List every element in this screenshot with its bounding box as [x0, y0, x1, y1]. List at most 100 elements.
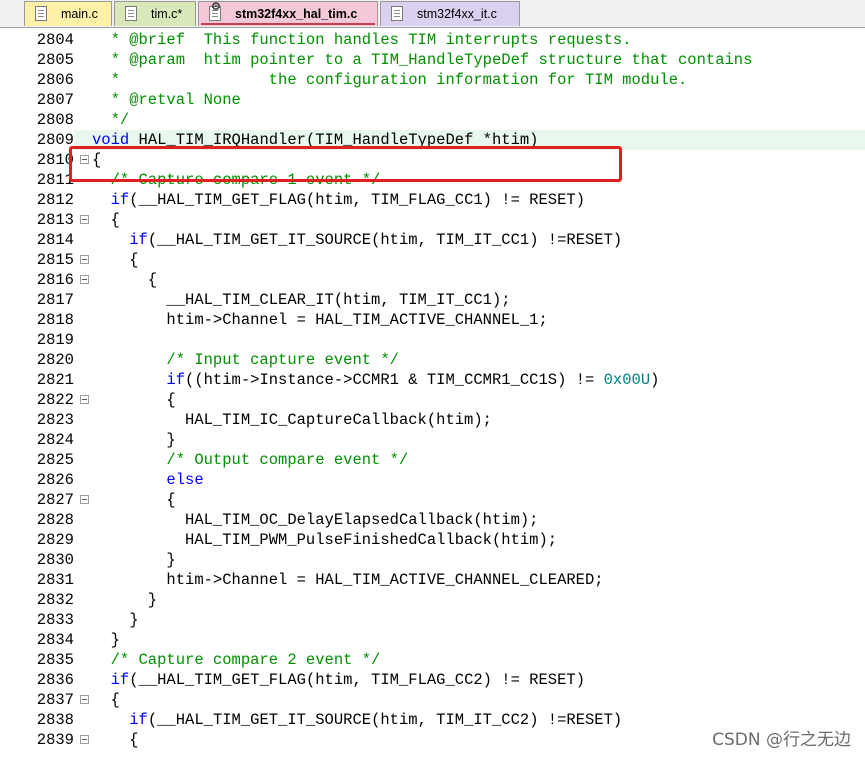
code-text: if(__HAL_TIM_GET_IT_SOURCE(htim, TIM_IT_… — [129, 231, 623, 249]
line-number: 2833 — [0, 610, 74, 630]
code-text: } — [92, 591, 158, 609]
code-text: } — [92, 631, 120, 649]
line-number: 2818 — [0, 310, 74, 330]
code-text: */ — [92, 111, 130, 129]
line-number: 2826 — [0, 470, 74, 490]
code-text: HAL_TIM_PWM_PulseFinishedCallback(htim); — [92, 531, 558, 549]
code-text: { — [92, 251, 139, 269]
code-text: if(__HAL_TIM_GET_FLAG(htim, TIM_FLAG_CC1… — [110, 191, 585, 209]
code-line[interactable]: 2819 — [0, 330, 865, 350]
code-line[interactable]: 2835 /* Capture compare 2 event */ — [0, 650, 865, 670]
code-line[interactable]: 2833 } — [0, 610, 865, 630]
fold-minus-icon[interactable] — [80, 735, 89, 744]
code-line[interactable]: 2826 else — [0, 470, 865, 490]
line-number: 2808 — [0, 110, 74, 130]
code-line[interactable]: 2822 { — [0, 390, 865, 410]
code-line[interactable]: 2823 HAL_TIM_IC_CaptureCallback(htim); — [0, 410, 865, 430]
code-text: if(__HAL_TIM_GET_IT_SOURCE(htim, TIM_IT_… — [129, 711, 623, 729]
line-number: 2807 — [0, 90, 74, 110]
code-text: htim->Channel = HAL_TIM_ACTIVE_CHANNEL_1… — [92, 311, 548, 329]
code-line[interactable]: 2829 HAL_TIM_PWM_PulseFinishedCallback(h… — [0, 530, 865, 550]
code-line[interactable]: 2827 { — [0, 490, 865, 510]
line-number: 2835 — [0, 650, 74, 670]
line-number: 2816 — [0, 270, 74, 290]
code-text: /* Input capture event */ — [92, 351, 399, 369]
line-number: 2810 — [0, 150, 74, 170]
code-line[interactable]: 2837 { — [0, 690, 865, 710]
code-text: * @brief This function handles TIM inter… — [92, 31, 632, 49]
line-number: 2820 — [0, 350, 74, 370]
file-icon — [391, 6, 403, 21]
code-line[interactable]: 2836 if(__HAL_TIM_GET_FLAG(htim, TIM_FLA… — [0, 670, 865, 690]
line-number: 2831 — [0, 570, 74, 590]
fold-minus-icon[interactable] — [80, 495, 89, 504]
code-text: { — [92, 271, 158, 289]
code-line[interactable]: 2825 /* Output compare event */ — [0, 450, 865, 470]
code-line[interactable]: 2816 { — [0, 270, 865, 290]
code-line[interactable]: 2820 /* Input capture event */ — [0, 350, 865, 370]
line-number: 2809 — [0, 130, 74, 150]
code-line[interactable]: 2831 htim->Channel = HAL_TIM_ACTIVE_CHAN… — [0, 570, 865, 590]
tab-main-c[interactable]: main.c — [24, 1, 112, 26]
code-line[interactable]: 2814 if(__HAL_TIM_GET_IT_SOURCE(htim, TI… — [0, 230, 865, 250]
code-line[interactable]: 2806 * the configuration information for… — [0, 70, 865, 90]
highlight-box — [69, 146, 622, 182]
fold-minus-icon[interactable] — [80, 275, 89, 284]
line-number: 2823 — [0, 410, 74, 430]
tab-stm32f4xx-it-c[interactable]: stm32f4xx_it.c — [380, 1, 520, 26]
line-number: 2819 — [0, 330, 74, 350]
code-line[interactable]: 2824 } — [0, 430, 865, 450]
code-text: { — [92, 691, 120, 709]
line-number: 2821 — [0, 370, 74, 390]
line-number: 2812 — [0, 190, 74, 210]
code-text: * @param htim pointer to a TIM_HandleTyp… — [92, 51, 753, 69]
code-line[interactable]: 2830 } — [0, 550, 865, 570]
code-text: } — [92, 431, 176, 449]
active-tab-indicator — [201, 23, 375, 25]
line-number: 2805 — [0, 50, 74, 70]
code-line[interactable]: 2828 HAL_TIM_OC_DelayElapsedCallback(hti… — [0, 510, 865, 530]
file-icon — [125, 6, 137, 21]
code-line[interactable]: 2812 if(__HAL_TIM_GET_FLAG(htim, TIM_FLA… — [0, 190, 865, 210]
fold-minus-icon[interactable] — [80, 695, 89, 704]
code-line[interactable]: 2813 { — [0, 210, 865, 230]
line-number: 2814 — [0, 230, 74, 250]
line-number: 2813 — [0, 210, 74, 230]
code-text: HAL_TIM_OC_DelayElapsedCallback(htim); — [92, 511, 539, 529]
fold-minus-icon[interactable] — [80, 255, 89, 264]
code-text: * the configuration information for TIM … — [92, 71, 688, 89]
line-number: 2834 — [0, 630, 74, 650]
fold-minus-icon[interactable] — [80, 215, 89, 224]
code-text: /* Output compare event */ — [92, 451, 409, 469]
line-number: 2837 — [0, 690, 74, 710]
tab-label: stm32f4xx_it.c — [417, 7, 497, 21]
code-text: if((htim->Instance->CCMR1 & TIM_CCMR1_CC… — [166, 371, 660, 389]
code-line[interactable]: 2804 * @brief This function handles TIM … — [0, 30, 865, 50]
code-text: } — [92, 611, 139, 629]
line-number: 2806 — [0, 70, 74, 90]
tab-label: tim.c* — [151, 7, 183, 21]
code-text: /* Capture compare 2 event */ — [92, 651, 381, 669]
code-line[interactable]: 2805 * @param htim pointer to a TIM_Hand… — [0, 50, 865, 70]
line-number: 2832 — [0, 590, 74, 610]
line-number: 2822 — [0, 390, 74, 410]
code-line[interactable]: 2834 } — [0, 630, 865, 650]
fold-minus-icon[interactable] — [80, 395, 89, 404]
line-number: 2815 — [0, 250, 74, 270]
gear-icon: ⚙ — [211, 1, 221, 13]
tab-label: stm32f4xx_hal_tim.c — [235, 7, 358, 21]
code-line[interactable]: 2815 { — [0, 250, 865, 270]
line-number: 2811 — [0, 170, 74, 190]
code-line[interactable]: 2821 if((htim->Instance->CCMR1 & TIM_CCM… — [0, 370, 865, 390]
code-line[interactable]: 2808 */ — [0, 110, 865, 130]
code-editor[interactable]: 2804 * @brief This function handles TIM … — [0, 28, 865, 758]
watermark: CSDN @行之无边 — [712, 730, 851, 750]
tab-stm32f4xx-hal-tim-c[interactable]: ⚙ stm32f4xx_hal_tim.c — [198, 1, 378, 26]
code-line[interactable]: 2807 * @retval None — [0, 90, 865, 110]
code-text: } — [92, 551, 176, 569]
file-icon — [35, 6, 47, 21]
code-line[interactable]: 2817 __HAL_TIM_CLEAR_IT(htim, TIM_IT_CC1… — [0, 290, 865, 310]
code-line[interactable]: 2832 } — [0, 590, 865, 610]
tab-tim-c[interactable]: tim.c* — [114, 1, 196, 26]
code-line[interactable]: 2818 htim->Channel = HAL_TIM_ACTIVE_CHAN… — [0, 310, 865, 330]
